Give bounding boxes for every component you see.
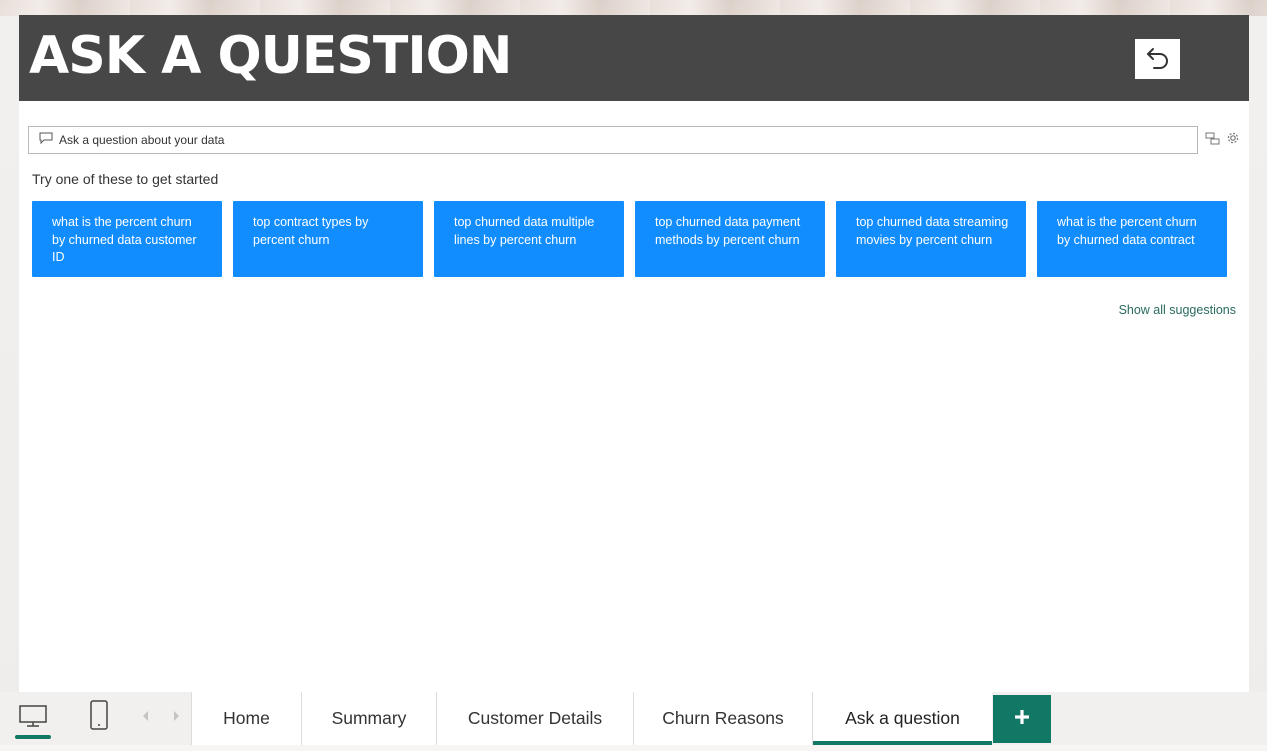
suggestion-button[interactable]: top churned data streaming movies by per… xyxy=(836,201,1026,277)
chevron-left-icon xyxy=(141,709,149,727)
gear-icon[interactable] xyxy=(1226,131,1240,145)
suggestion-button[interactable]: top churned data payment methods by perc… xyxy=(635,201,825,277)
tab-home[interactable]: Home xyxy=(191,692,301,745)
previous-page-button[interactable] xyxy=(139,708,151,728)
add-page-button[interactable] xyxy=(993,695,1051,743)
mobile-view-icon xyxy=(89,699,109,736)
report-canvas: ASK A QUESTION Ask a question about your… xyxy=(19,15,1249,692)
qa-input[interactable] xyxy=(59,133,1159,147)
convert-visual-icon[interactable] xyxy=(1205,132,1220,145)
tab-summary[interactable]: Summary xyxy=(301,692,436,745)
chevron-right-icon xyxy=(173,709,181,727)
show-all-suggestions-link[interactable]: Show all suggestions xyxy=(1119,303,1236,317)
tab-bar-bottom-edge xyxy=(0,745,1267,751)
qa-search-box[interactable] xyxy=(28,126,1198,154)
page-tab-bar: Home Summary Customer Details Churn Reas… xyxy=(0,692,1267,751)
page-tabs: Home Summary Customer Details Churn Reas… xyxy=(191,692,992,745)
active-view-indicator xyxy=(15,735,51,739)
back-button[interactable] xyxy=(1135,39,1180,79)
suggestion-button[interactable]: what is the percent churn by churned dat… xyxy=(32,201,222,277)
page-title: ASK A QUESTION xyxy=(29,26,512,86)
chat-bubble-icon xyxy=(39,131,53,149)
plus-icon xyxy=(1013,708,1031,731)
next-page-button[interactable] xyxy=(171,708,183,728)
tab-customer-details[interactable]: Customer Details xyxy=(436,692,633,745)
desktop-view-button[interactable] xyxy=(13,700,53,736)
page-header: ASK A QUESTION xyxy=(19,15,1249,101)
suggestion-list: what is the percent churn by churned dat… xyxy=(32,201,1227,277)
suggestion-button[interactable]: top churned data multiple lines by perce… xyxy=(434,201,624,277)
desktop-view-icon xyxy=(18,704,48,733)
tab-churn-reasons[interactable]: Churn Reasons xyxy=(633,692,812,745)
qa-side-icons xyxy=(1205,131,1240,145)
undo-arrow-icon xyxy=(1143,42,1173,77)
background-image-strip xyxy=(0,0,1267,16)
mobile-view-button[interactable] xyxy=(86,698,112,736)
tab-ask-a-question[interactable]: Ask a question xyxy=(812,692,992,745)
suggestion-button[interactable]: top contract types by percent churn xyxy=(233,201,423,277)
suggestion-button[interactable]: what is the percent churn by churned dat… xyxy=(1037,201,1227,277)
suggestions-prompt: Try one of these to get started xyxy=(32,171,219,187)
